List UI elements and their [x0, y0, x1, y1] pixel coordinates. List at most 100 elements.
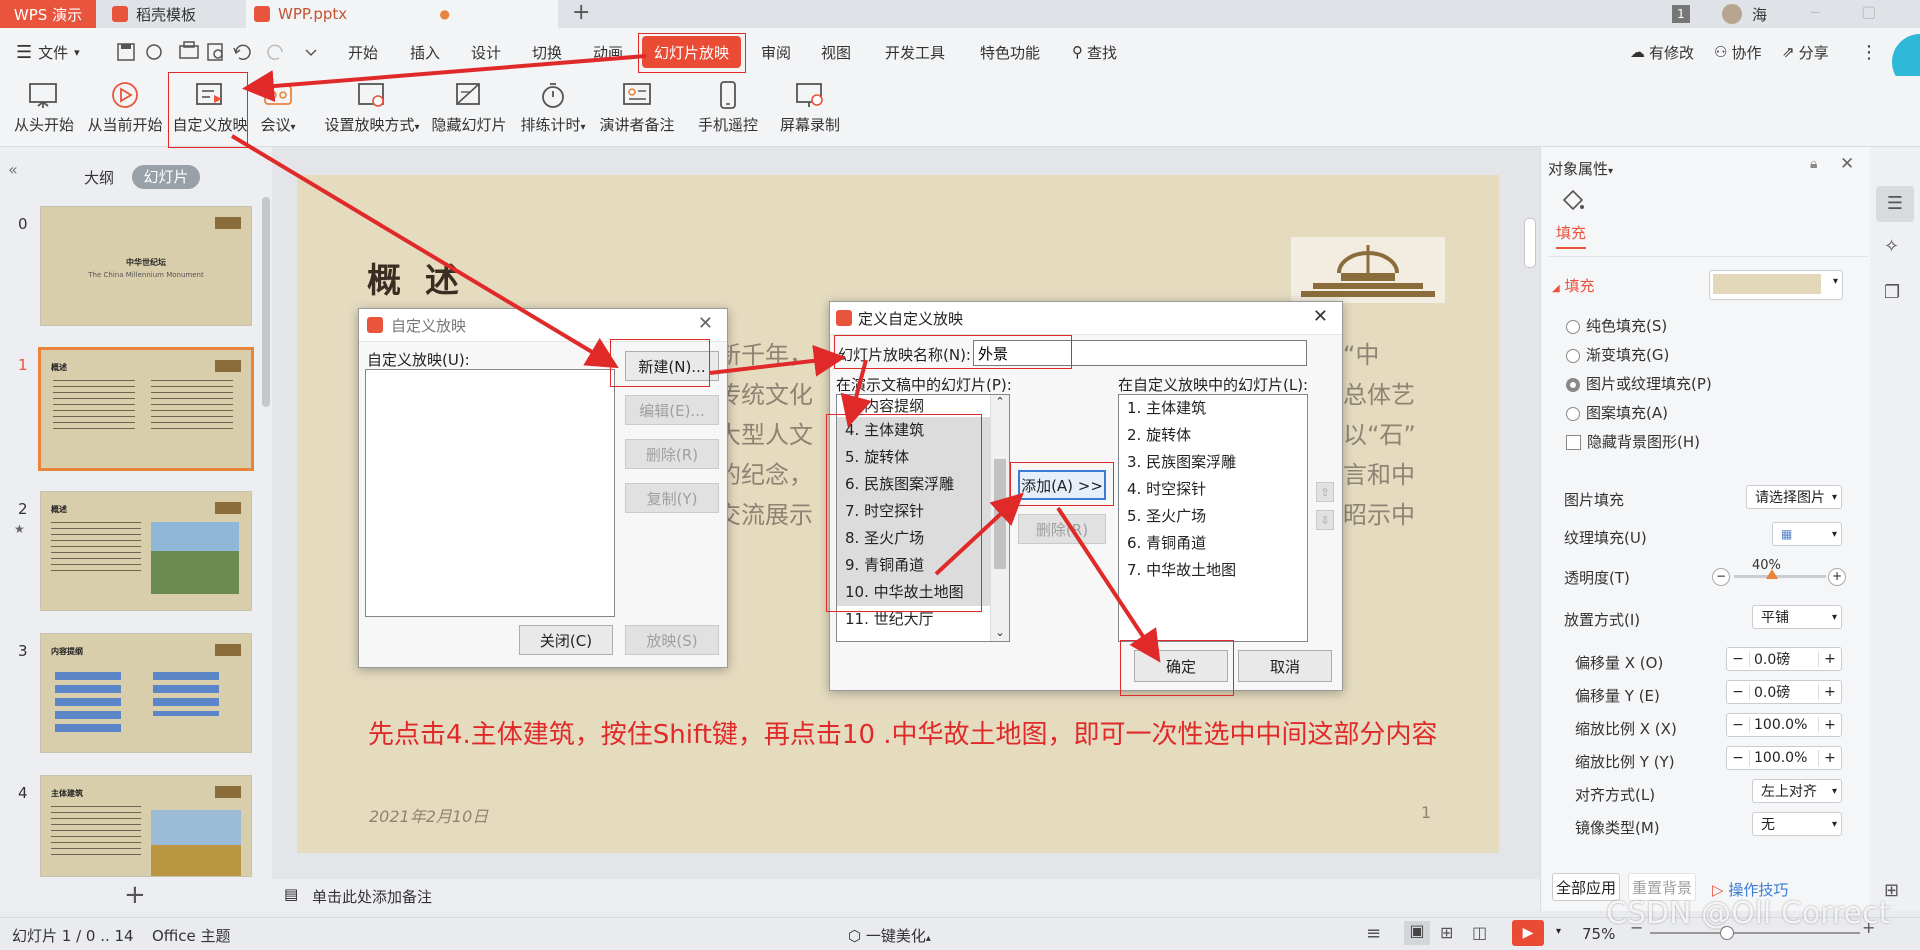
- texture-fill-dropdown[interactable]: ▦ ▾: [1772, 522, 1842, 546]
- notes-bar[interactable]: ▤ 单击此处添加备注: [272, 879, 1540, 911]
- radio-pattern-fill[interactable]: 图案填充(A): [1566, 402, 1668, 423]
- scale-y-stepper[interactable]: −100.0% +: [1726, 746, 1842, 770]
- minus-icon[interactable]: −: [1727, 717, 1750, 733]
- notes-view-icon[interactable]: ≡: [1366, 923, 1381, 944]
- reading-view-icon[interactable]: ◫: [1472, 923, 1487, 942]
- phone-remote-button[interactable]: 手机遥控: [694, 78, 762, 142]
- plus-icon[interactable]: +: [1818, 651, 1841, 667]
- placement-dropdown[interactable]: 平铺 ▾: [1752, 605, 1842, 629]
- radio-gradient-fill[interactable]: 渐变填充(G): [1566, 344, 1669, 365]
- menu-review[interactable]: 审阅: [761, 28, 791, 76]
- list-item[interactable]: 9. 青铜甬道: [837, 552, 1009, 579]
- menu-view[interactable]: 视图: [821, 28, 851, 76]
- radio-solid-fill[interactable]: 纯色填充(S): [1566, 315, 1667, 336]
- tab-slides[interactable]: 幻灯片: [132, 165, 200, 189]
- quick-access-icons[interactable]: [110, 38, 320, 66]
- magic-star-icon[interactable]: ✧: [1884, 236, 1899, 257]
- screen-record-button[interactable]: 屏幕录制: [775, 78, 845, 142]
- plus-icon[interactable]: +: [1818, 750, 1841, 766]
- menu-animation[interactable]: 动画: [593, 28, 623, 76]
- show-button[interactable]: 放映(S): [625, 625, 719, 655]
- new-button[interactable]: 新建(N)...: [625, 351, 719, 381]
- add-slide-plus-icon[interactable]: +: [124, 880, 146, 910]
- cancel-button[interactable]: 取消: [1238, 650, 1332, 682]
- plus-icon[interactable]: +: [1818, 684, 1841, 700]
- list-item[interactable]: 8. 圣火广场: [837, 525, 1009, 552]
- hide-slide-button[interactable]: 隐藏幻灯片: [430, 78, 508, 142]
- source-slides-list[interactable]: 3. 内容提纲 4. 主体建筑 5. 旋转体 6. 民族图案浮雕 7. 时空探针…: [836, 394, 1010, 642]
- slide-thumb-3[interactable]: 内容提纲: [40, 633, 252, 753]
- menu-developer[interactable]: 开发工具: [885, 28, 945, 76]
- list-item[interactable]: 5. 旋转体: [837, 444, 1009, 471]
- list-item[interactable]: 5. 圣火广场: [1119, 503, 1307, 530]
- notification-badge[interactable]: 1: [1672, 5, 1690, 23]
- scale-x-stepper[interactable]: −100.0% +: [1726, 713, 1842, 737]
- copy-button[interactable]: 复制(Y): [625, 483, 719, 513]
- fill-preview-dropdown[interactable]: ▾: [1709, 270, 1843, 300]
- list-item[interactable]: 2. 旋转体: [1119, 422, 1307, 449]
- rehearse-timing-button[interactable]: 排练计时▾: [516, 78, 590, 142]
- lock-icon[interactable]: 🔒︎: [1810, 156, 1817, 172]
- tab-fill[interactable]: 填充: [1556, 222, 1587, 249]
- list-item[interactable]: 6. 青铜甬道: [1119, 530, 1307, 557]
- pane-title[interactable]: 对象属性▾: [1548, 158, 1613, 179]
- zoom-slider[interactable]: [1650, 926, 1860, 940]
- tab-wps-presentation[interactable]: WPS 演示: [0, 0, 96, 28]
- close-icon[interactable]: ✕: [698, 313, 713, 334]
- custom-show-button[interactable]: 自定义放映: [170, 78, 250, 142]
- theme-name[interactable]: Office 主题: [152, 925, 231, 946]
- list-item[interactable]: 4. 主体建筑: [837, 417, 1009, 444]
- list-item[interactable]: 7. 中华故土地图: [1119, 557, 1307, 584]
- changes-button[interactable]: ☁ 有修改: [1630, 28, 1694, 76]
- scrollbar-thumb[interactable]: [994, 459, 1006, 569]
- offset-x-stepper[interactable]: −0.0磅 +: [1726, 647, 1842, 671]
- list-item[interactable]: 1. 主体建筑: [1119, 395, 1307, 422]
- mirror-dropdown[interactable]: 无 ▾: [1752, 812, 1842, 836]
- setup-show-button[interactable]: 设置放映方式▾: [320, 78, 424, 142]
- slide-thumb-1-selected[interactable]: 概述: [38, 347, 254, 471]
- transparency-slider[interactable]: [1734, 569, 1826, 579]
- decrease-icon[interactable]: −: [1712, 568, 1730, 586]
- beautify-button[interactable]: ⬡ 一键美化▴: [848, 925, 931, 946]
- show-slides-list[interactable]: 1. 主体建筑 2. 旋转体 3. 民族图案浮雕 4. 时空探针 5. 圣火广场…: [1118, 394, 1308, 642]
- search-box[interactable]: ⚲ 查找: [1072, 28, 1117, 76]
- radio-picture-fill[interactable]: 图片或纹理填充(P): [1566, 373, 1712, 394]
- picture-fill-dropdown[interactable]: 请选择图片 ▾: [1746, 485, 1842, 509]
- fill-bucket-icon[interactable]: [1560, 188, 1586, 212]
- close-icon[interactable]: ✕: [1313, 306, 1328, 327]
- custom-show-list[interactable]: [365, 369, 615, 617]
- tab-daoke-templates[interactable]: 稻壳模板: [104, 0, 248, 28]
- normal-view-icon[interactable]: ▣: [1404, 921, 1430, 945]
- meeting-button[interactable]: 会议▾: [256, 78, 300, 142]
- sorter-view-icon[interactable]: ⊞: [1440, 923, 1453, 942]
- slide-thumb-4[interactable]: 主体建筑: [40, 775, 252, 877]
- minus-icon[interactable]: −: [1727, 750, 1750, 766]
- increase-icon[interactable]: +: [1828, 568, 1846, 586]
- properties-sliders-icon[interactable]: ☰: [1876, 186, 1914, 222]
- scroll-down-icon[interactable]: ⌄: [991, 626, 1009, 639]
- menu-slideshow[interactable]: 幻灯片放映: [642, 36, 742, 68]
- menu-home[interactable]: 开始: [348, 28, 378, 76]
- menu-transition[interactable]: 切换: [532, 28, 562, 76]
- menu-design[interactable]: 设计: [471, 28, 501, 76]
- close-icon[interactable]: ✕: [1840, 154, 1854, 174]
- play-from-current-button[interactable]: 从当前开始: [84, 78, 166, 142]
- plus-icon[interactable]: +: [1818, 717, 1841, 733]
- tab-outline[interactable]: 大纲: [84, 167, 114, 188]
- collapse-panel-icon[interactable]: «: [8, 160, 18, 179]
- align-dropdown[interactable]: 左上对齐 ▾: [1752, 779, 1842, 803]
- presenter-notes-button[interactable]: 演讲者备注: [597, 78, 677, 142]
- tab-document[interactable]: WPP.pptx ●: [246, 0, 558, 28]
- list-item[interactable]: 4. 时空探针: [1119, 476, 1307, 503]
- menu-features[interactable]: 特色功能: [980, 28, 1040, 76]
- chevron-down-icon[interactable]: ▾: [1556, 926, 1561, 937]
- list-scrollbar[interactable]: ⌃ ⌄: [990, 395, 1009, 641]
- new-tab-plus-icon[interactable]: +: [572, 0, 596, 28]
- show-name-input[interactable]: [973, 340, 1307, 366]
- slide-thumb-0[interactable]: 中华世纪坛 The China Millennium Monument: [40, 206, 252, 326]
- remove-button[interactable]: 删除(R): [1018, 514, 1106, 544]
- list-item[interactable]: 7. 时空探针: [837, 498, 1009, 525]
- minus-icon[interactable]: −: [1727, 684, 1750, 700]
- list-item[interactable]: 6. 民族图案浮雕: [837, 471, 1009, 498]
- slide-thumb-2[interactable]: 概述: [40, 491, 252, 611]
